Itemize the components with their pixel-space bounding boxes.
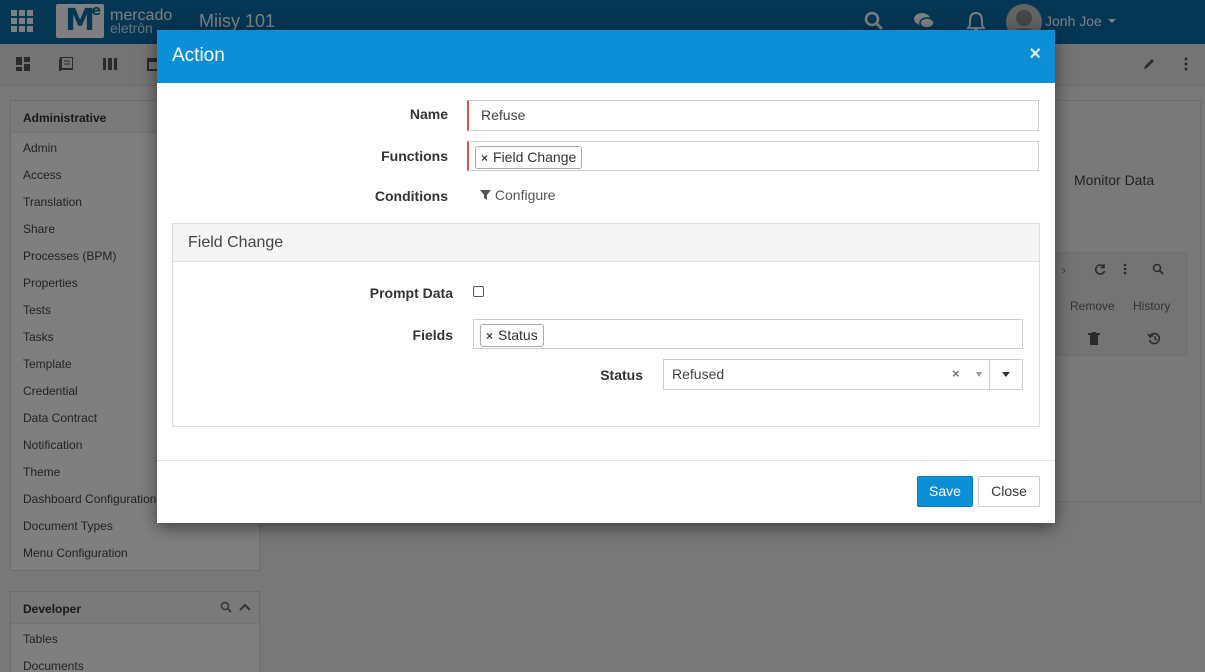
modal-footer: Save Close (157, 460, 1055, 523)
field-change-section: Field Change Prompt Data Fields × Status … (172, 223, 1040, 427)
field-tag[interactable]: × Status (480, 324, 544, 347)
conditions-label: Conditions (374, 188, 448, 204)
functions-field[interactable]: × Field Change (467, 141, 1039, 171)
modal-title: Action (172, 45, 225, 66)
configure-label: Configure (494, 187, 556, 203)
section-title: Field Change (173, 224, 1039, 262)
tag-remove-icon[interactable]: × (486, 329, 493, 343)
status-value: Refused (672, 366, 725, 382)
fields-label: Fields (412, 327, 453, 343)
clear-icon[interactable]: × (952, 366, 960, 381)
chevron-down-icon[interactable] (976, 372, 982, 377)
filter-icon (480, 190, 491, 200)
functions-label: Functions (381, 148, 448, 164)
close-icon[interactable]: × (1029, 44, 1041, 64)
name-field[interactable]: Refuse (467, 100, 1039, 131)
name-label: Name (409, 106, 448, 122)
save-button[interactable]: Save (917, 476, 973, 507)
prompt-data-checkbox[interactable] (473, 286, 484, 297)
status-select[interactable]: Refused × (663, 359, 1023, 390)
fields-field[interactable]: × Status (473, 319, 1023, 349)
function-tag[interactable]: × Field Change (475, 146, 583, 169)
status-dropdown-button[interactable] (989, 359, 1023, 390)
close-button[interactable]: Close (978, 476, 1040, 507)
modal-header: Action × (157, 30, 1055, 83)
configure-button[interactable]: Configure (480, 187, 556, 203)
tag-remove-icon[interactable]: × (481, 151, 488, 165)
action-modal: Action × Name Refuse Functions × Field Ch… (157, 30, 1055, 523)
status-label: Status (600, 367, 643, 383)
prompt-data-label: Prompt Data (369, 285, 453, 301)
